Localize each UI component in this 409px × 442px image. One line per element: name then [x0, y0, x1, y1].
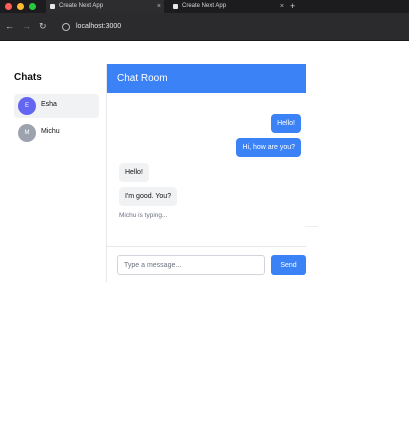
composer-divider [107, 246, 306, 247]
message-bubble-outgoing: Hello! [271, 114, 301, 133]
send-button[interactable]: Send [271, 255, 306, 275]
nextjs-favicon-icon [50, 4, 55, 9]
reload-icon[interactable]: ↻ [39, 21, 47, 31]
site-info-icon[interactable] [62, 23, 70, 31]
message-bubble-outgoing: Hi, how are you? [236, 138, 301, 157]
contact-name: Michu [41, 128, 60, 135]
browser-tab-bar: Create Next App × Create Next App × + [0, 0, 409, 13]
divider [305, 226, 318, 227]
back-arrow-icon[interactable]: ← [5, 21, 14, 31]
close-tab-icon[interactable]: × [280, 0, 284, 13]
close-window-button[interactable] [5, 3, 12, 10]
chat-title: Chat Room [117, 73, 168, 84]
chat-panel: Chat Room Hello! Hi, how are you? Hello!… [106, 64, 306, 282]
message-bubble-incoming: Hello! [119, 163, 149, 182]
tab-title: Create Next App [182, 3, 227, 9]
url-text[interactable]: localhost:3000 [76, 22, 121, 32]
close-tab-icon[interactable]: × [157, 0, 161, 13]
typing-indicator: Michu is typing... [119, 212, 168, 219]
chat-header: Chat Room [107, 64, 306, 93]
sidebar-title: Chats [14, 72, 42, 83]
contact-item-michu[interactable]: M Michu [14, 121, 99, 145]
browser-tab[interactable]: Create Next App × [169, 0, 287, 13]
new-tab-icon[interactable]: + [290, 0, 295, 13]
avatar: E [18, 97, 36, 115]
minimize-window-button[interactable] [17, 3, 24, 10]
avatar: M [18, 124, 36, 142]
browser-toolbar: ← → ↻ localhost:3000 [0, 13, 409, 41]
contact-name: Esha [41, 101, 57, 108]
chat-sidebar: Chats E Esha M Michu [0, 42, 106, 442]
tab-title: Create Next App [59, 3, 104, 9]
browser-tab-active[interactable]: Create Next App × [46, 0, 164, 13]
contact-item-esha[interactable]: E Esha [14, 94, 99, 118]
message-input[interactable] [117, 255, 265, 275]
forward-arrow-icon[interactable]: → [22, 21, 31, 31]
message-bubble-incoming: I'm good. You? [119, 187, 178, 206]
address-bar[interactable]: localhost:3000 [56, 20, 409, 34]
maximize-window-button[interactable] [29, 3, 36, 10]
nextjs-favicon-icon [173, 4, 178, 9]
